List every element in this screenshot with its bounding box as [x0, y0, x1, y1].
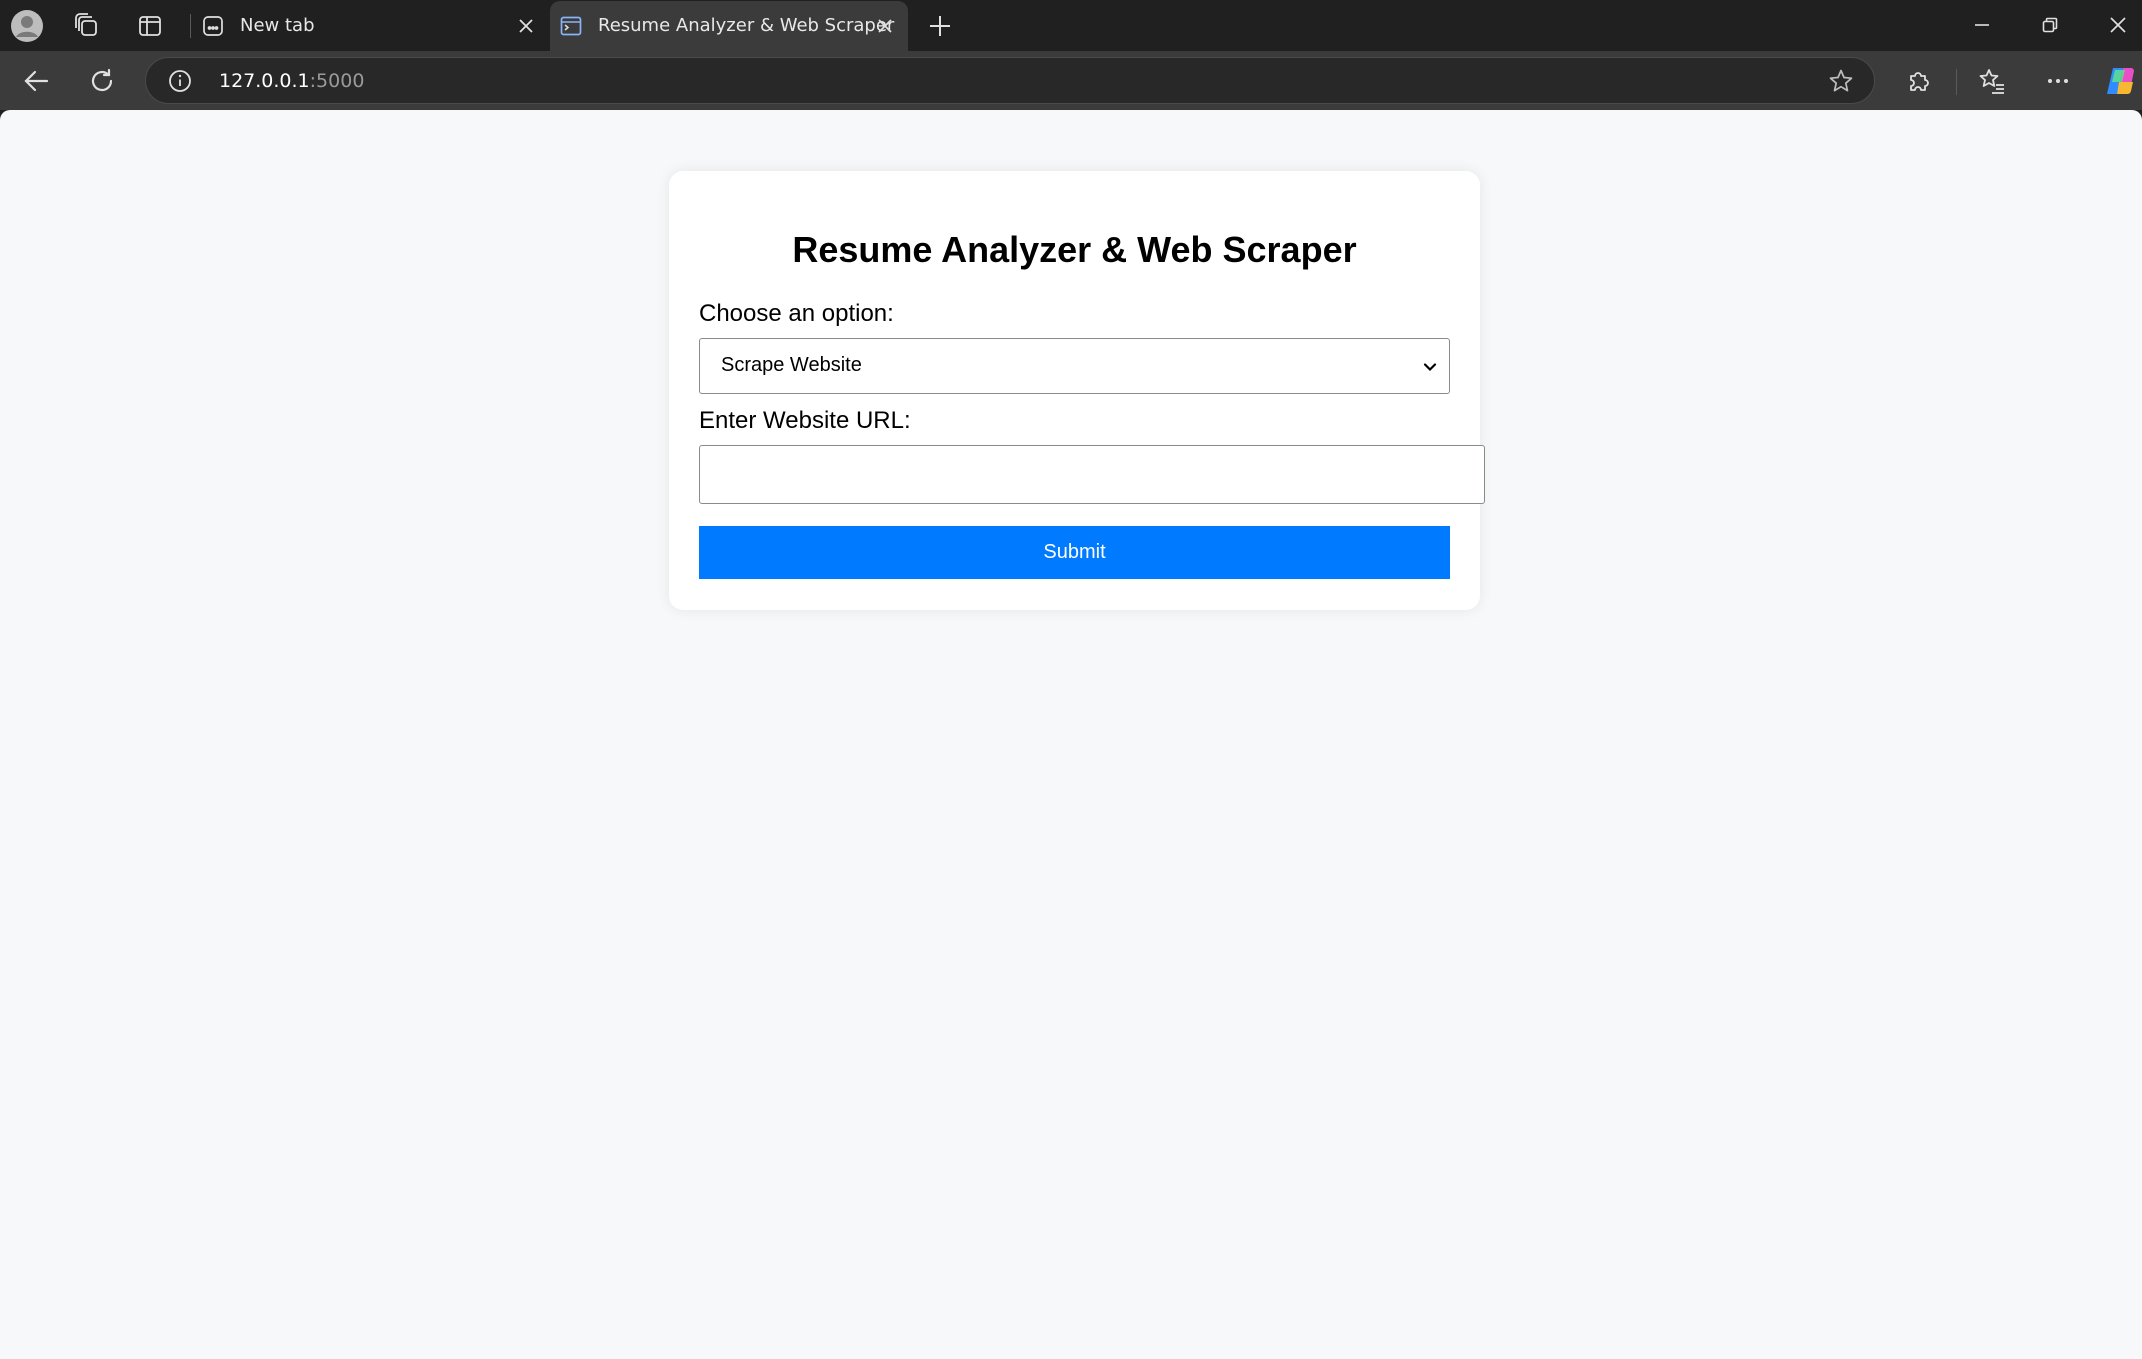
option-selected-value: Scrape Website	[721, 354, 862, 376]
option-select[interactable]: Scrape Website	[699, 338, 1450, 394]
vertical-tabs-icon[interactable]	[131, 8, 169, 44]
form-card: Resume Analyzer & Web Scraper Choose an …	[669, 171, 1485, 610]
tab-new-tab[interactable]: New tab	[192, 1, 547, 51]
copilot-icon[interactable]	[2098, 59, 2142, 103]
minimize-icon[interactable]	[1957, 8, 2007, 42]
new-tab-page-icon	[203, 16, 223, 36]
page-viewport: Resume Analyzer & Web Scraper Choose an …	[0, 110, 2142, 1359]
tab-title: Resume Analyzer & Web Scraper	[598, 15, 895, 36]
close-tab-icon[interactable]	[515, 15, 537, 37]
tab-title: New tab	[240, 15, 315, 36]
puzzle-icon[interactable]	[1897, 59, 1941, 103]
close-window-icon[interactable]	[2093, 8, 2142, 42]
tab-separator	[190, 14, 191, 38]
submit-button[interactable]: Submit	[699, 526, 1450, 579]
info-icon[interactable]	[168, 69, 192, 93]
tab-strip: New tab Resume Analyzer & Web Scraper	[0, 0, 2142, 51]
url-label: Enter Website URL:	[699, 407, 911, 434]
close-tab-icon[interactable]	[874, 15, 896, 37]
url-text: 127.0.0.1:5000	[219, 70, 365, 92]
profile-avatar-icon[interactable]	[8, 8, 46, 44]
refresh-icon[interactable]	[80, 59, 124, 103]
option-label: Choose an option:	[699, 300, 894, 327]
terminal-window-icon	[560, 16, 582, 36]
more-dots-icon[interactable]	[2036, 59, 2080, 103]
restore-icon[interactable]	[2025, 8, 2075, 42]
website-url-input[interactable]	[699, 445, 1485, 504]
back-arrow-icon[interactable]	[14, 59, 58, 103]
toolbar-divider	[1956, 69, 1957, 95]
browser-toolbar: 127.0.0.1:5000	[0, 51, 2142, 110]
star-icon[interactable]	[1828, 68, 1854, 94]
tab-resume-analyzer[interactable]: Resume Analyzer & Web Scraper	[550, 1, 908, 51]
workspaces-icon[interactable]	[68, 8, 106, 44]
chevron-down-icon	[1423, 363, 1437, 372]
address-bar[interactable]: 127.0.0.1:5000	[145, 57, 1875, 104]
page-title: Resume Analyzer & Web Scraper	[792, 229, 1357, 270]
new-tab-plus-icon[interactable]	[921, 8, 959, 44]
favorites-list-icon[interactable]	[1970, 59, 2014, 103]
